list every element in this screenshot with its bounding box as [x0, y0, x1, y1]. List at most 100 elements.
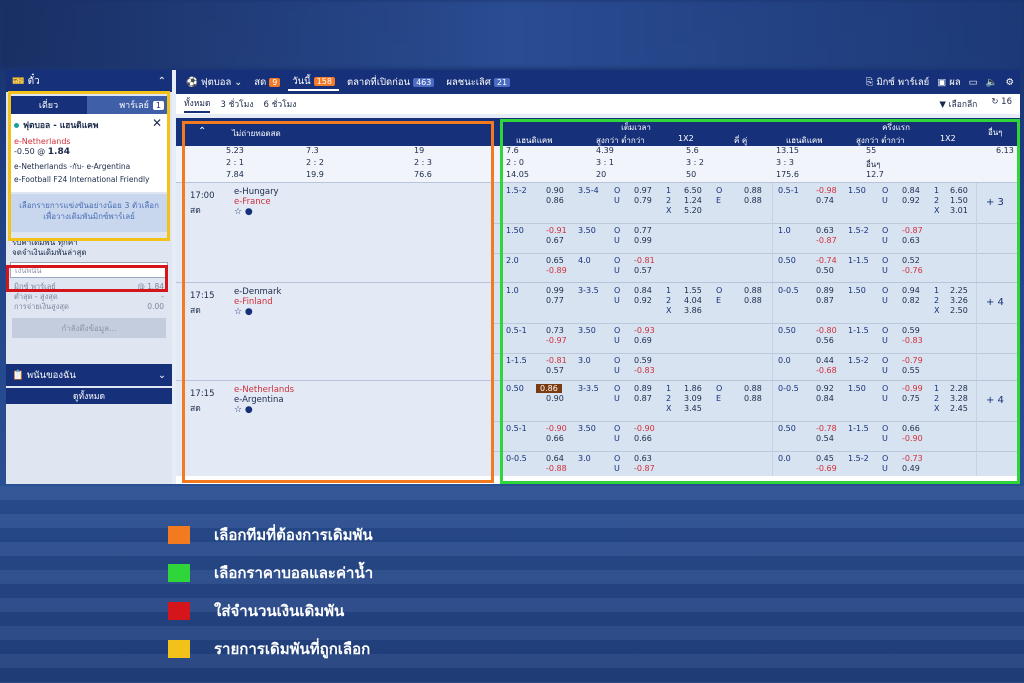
handicap-line[interactable]: 1-1.5 — [506, 356, 527, 365]
tab-parlay[interactable]: พาร์เลย์ 1 — [87, 96, 168, 114]
handicap-home-odds[interactable]: -0.81 — [546, 356, 567, 365]
handicap-home-odds[interactable]: 0.64 — [546, 454, 564, 463]
select-league-button[interactable]: ▼ เลือกลีก — [939, 97, 977, 111]
under-odds[interactable]: 0.92 — [634, 296, 652, 305]
half-handicap-away-odds[interactable]: -0.87 — [816, 236, 837, 245]
sport-selector[interactable]: ⚽ ฟุตบอล ⌄ — [182, 75, 246, 90]
total-line[interactable]: 3.0 — [578, 356, 591, 365]
accept-odds-checkbox[interactable]: รับค่าเดิมพัน ทุกค่า — [12, 238, 166, 248]
half-handicap-home-odds[interactable]: 0.44 — [816, 356, 834, 365]
half-1x2-home-odds[interactable]: 6.60 — [950, 186, 968, 195]
half-1x2-draw-odds[interactable]: 3.01 — [950, 206, 968, 215]
match-info[interactable] — [176, 381, 494, 476]
away-team[interactable]: e-Argentina — [234, 395, 284, 405]
half-over-odds[interactable]: -0.99 — [902, 384, 923, 393]
star-icon[interactable]: ☆ ● — [234, 405, 253, 415]
half-handicap-line[interactable]: 1.0 — [778, 226, 791, 235]
half-1x2-draw-odds[interactable]: 2.50 — [950, 306, 968, 315]
odd-odds[interactable]: 0.88 — [744, 384, 762, 393]
over-odds[interactable]: 0.89 — [634, 384, 652, 393]
score-odds[interactable]: 12.7 — [866, 170, 884, 179]
handicap-away-odds[interactable]: 0.77 — [546, 296, 564, 305]
filter-6h[interactable]: 6 ชั่วโมง — [263, 97, 296, 111]
half-handicap-away-odds[interactable]: 0.50 — [816, 266, 834, 275]
over-odds[interactable]: 0.59 — [634, 356, 652, 365]
home-team[interactable]: e-Hungary — [234, 187, 279, 197]
tab-today[interactable]: วันนี้ 158 — [288, 74, 339, 91]
handicap-away-odds[interactable]: -0.88 — [546, 464, 567, 473]
1x2-draw-odds[interactable]: 3.45 — [684, 404, 702, 413]
half-1x2-home-odds[interactable]: 2.28 — [950, 384, 968, 393]
more-markets-button[interactable]: + 4 — [986, 395, 1004, 406]
under-odds[interactable]: 0.79 — [634, 196, 652, 205]
under-odds[interactable]: 0.66 — [634, 434, 652, 443]
half-handicap-line[interactable]: 0-0.5 — [778, 286, 799, 295]
over-odds[interactable]: -0.81 — [634, 256, 655, 265]
handicap-line[interactable]: 0.50 — [506, 384, 524, 393]
away-team[interactable]: e-France — [234, 197, 271, 207]
more-markets-button[interactable]: + 4 — [986, 297, 1004, 308]
handicap-line[interactable]: 0.5-1 — [506, 424, 527, 433]
half-over-odds[interactable]: 0.66 — [902, 424, 920, 433]
results-button[interactable]: ▣ ผล — [937, 75, 960, 90]
half-under-odds[interactable]: -0.90 — [902, 434, 923, 443]
score-odds[interactable]: 7.3 — [306, 146, 319, 155]
score-odds[interactable]: 19 — [414, 146, 424, 155]
away-team[interactable]: e-Finland — [234, 297, 273, 307]
under-odds[interactable]: -0.83 — [634, 366, 655, 375]
handicap-away-odds[interactable]: 0.57 — [546, 366, 564, 375]
handicap-away-odds[interactable]: -0.97 — [546, 336, 567, 345]
handicap-home-odds[interactable]: 0.65 — [546, 256, 564, 265]
half-over-odds[interactable]: -0.73 — [902, 454, 923, 463]
home-team[interactable]: e-Denmark — [234, 287, 281, 297]
half-under-odds[interactable]: 0.49 — [902, 464, 920, 473]
handicap-home-odds[interactable]: 0.99 — [546, 286, 564, 295]
bet-slip-header[interactable]: 🎫 ตั๋ว ⌃ — [6, 70, 172, 92]
handicap-away-odds[interactable]: 0.67 — [546, 236, 564, 245]
half-handicap-away-odds[interactable]: 0.56 — [816, 336, 834, 345]
half-under-odds[interactable]: 0.82 — [902, 296, 920, 305]
over-odds[interactable]: 0.63 — [634, 454, 652, 463]
handicap-away-odds[interactable]: 0.86 — [546, 196, 564, 205]
1x2-draw-odds[interactable]: 3.86 — [684, 306, 702, 315]
score-odds[interactable]: 19.9 — [306, 170, 324, 179]
mix-parlay-button[interactable]: ⎘ มิกซ์ พาร์เลย์ — [866, 75, 929, 90]
1x2-away-odds[interactable]: 1.24 — [684, 196, 702, 205]
star-icon[interactable]: ☆ ● — [234, 307, 253, 317]
total-line[interactable]: 3.50 — [578, 226, 596, 235]
under-odds[interactable]: 0.99 — [634, 236, 652, 245]
gear-icon[interactable]: ⚙ — [1005, 77, 1014, 88]
half-handicap-home-odds[interactable]: 0.89 — [816, 286, 834, 295]
half-handicap-line[interactable]: 0.50 — [778, 326, 796, 335]
star-icon[interactable]: ☆ ● — [234, 207, 253, 217]
score-odds[interactable]: 7.6 — [506, 146, 519, 155]
over-odds[interactable]: 0.77 — [634, 226, 652, 235]
handicap-line[interactable]: 2.0 — [506, 256, 519, 265]
half-handicap-line[interactable]: 0.50 — [778, 256, 796, 265]
half-1x2-away-odds[interactable]: 1.50 — [950, 196, 968, 205]
total-line[interactable]: 4.0 — [578, 256, 591, 265]
even-odds[interactable]: 0.88 — [744, 296, 762, 305]
half-handicap-home-odds[interactable]: -0.98 — [816, 186, 837, 195]
under-odds[interactable]: -0.87 — [634, 464, 655, 473]
half-total-line[interactable]: 1.50 — [848, 186, 866, 195]
handicap-line[interactable]: 1.5-2 — [506, 186, 527, 195]
half-handicap-line[interactable]: 0.50 — [778, 424, 796, 433]
half-total-line[interactable]: 1.5-2 — [848, 356, 869, 365]
half-under-odds[interactable]: 0.75 — [902, 394, 920, 403]
half-handicap-away-odds[interactable]: 0.54 — [816, 434, 834, 443]
stake-input[interactable]: เงินพนัน — [10, 262, 168, 278]
match-info[interactable] — [176, 183, 494, 282]
handicap-line[interactable]: 1.50 — [506, 226, 524, 235]
half-under-odds[interactable]: -0.76 — [902, 266, 923, 275]
tab-live[interactable]: สด 9 — [250, 75, 284, 90]
1x2-home-odds[interactable]: 1.55 — [684, 286, 702, 295]
half-handicap-away-odds[interactable]: -0.68 — [816, 366, 837, 375]
handicap-home-odds[interactable]: 0.73 — [546, 326, 564, 335]
sound-icon[interactable]: 🔈 — [986, 77, 998, 88]
score-odds[interactable]: 13.15 — [776, 146, 799, 155]
even-odds[interactable]: 0.88 — [744, 394, 762, 403]
1x2-home-odds[interactable]: 6.50 — [684, 186, 702, 195]
half-over-odds[interactable]: 0.84 — [902, 186, 920, 195]
1x2-away-odds[interactable]: 4.04 — [684, 296, 702, 305]
